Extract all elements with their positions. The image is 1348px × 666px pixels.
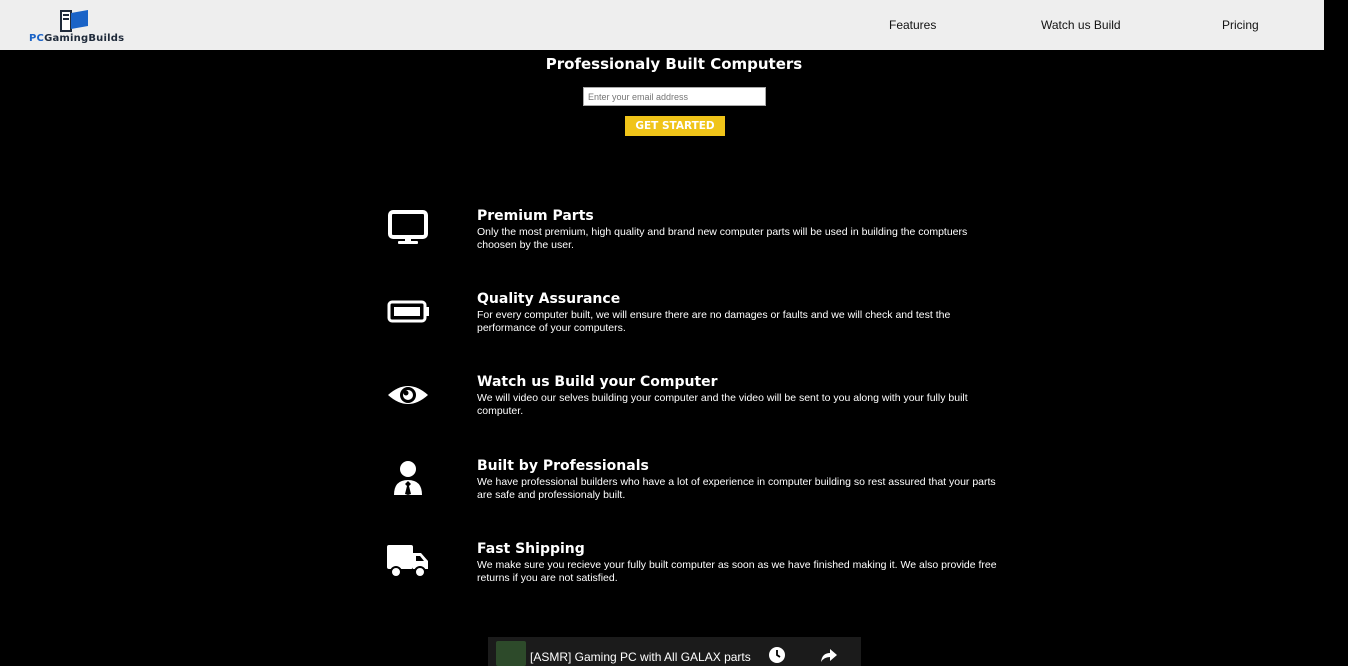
feature-description: We make sure you recieve your fully buil…: [477, 559, 997, 584]
monitor-icon: [380, 208, 436, 248]
nav-link-watch-us-build[interactable]: Watch us Build: [1041, 18, 1121, 32]
site-logo[interactable]: PCGamingBuilds: [29, 7, 129, 45]
feature-quality-assurance: Quality Assurance For every computer bui…: [380, 291, 1000, 351]
video-title[interactable]: [ASMR] Gaming PC with All GALAX parts: [530, 650, 751, 664]
embedded-video[interactable]: [ASMR] Gaming PC with All GALAX parts: [488, 637, 861, 666]
site-header: PCGamingBuilds Features Watch us Build P…: [0, 0, 1324, 50]
channel-avatar[interactable]: [496, 641, 526, 666]
nav-link-pricing[interactable]: Pricing: [1222, 18, 1259, 32]
feature-watch-us-build: Watch us Build your Computer We will vid…: [380, 374, 1000, 434]
battery-icon: [380, 291, 436, 331]
hero-title: Professionaly Built Computers: [545, 55, 803, 73]
logo-text-pc: PC: [29, 33, 45, 44]
feature-description: We have professional builders who have a…: [477, 476, 996, 501]
feature-title: Fast Shipping: [477, 541, 585, 557]
feature-premium-parts: Premium Parts Only the most premium, hig…: [380, 208, 1000, 268]
pc-case-logo-icon: [60, 10, 88, 32]
feature-title: Built by Professionals: [477, 458, 649, 474]
feature-description: For every computer built, we will ensure…: [477, 309, 951, 334]
email-input[interactable]: [583, 87, 766, 106]
feature-description: Only the most premium, high quality and …: [477, 226, 968, 251]
feature-description: We will video our selves building your c…: [477, 392, 968, 417]
share-icon[interactable]: [820, 646, 838, 664]
user-tie-icon: [380, 458, 436, 498]
eye-icon: [380, 374, 436, 414]
feature-built-by-professionals: Built by Professionals We have professio…: [380, 458, 1000, 518]
truck-icon: [380, 541, 436, 581]
feature-title: Premium Parts: [477, 208, 594, 224]
get-started-button[interactable]: GET STARTED: [625, 116, 725, 136]
feature-title: Watch us Build your Computer: [477, 374, 718, 390]
feature-title: Quality Assurance: [477, 291, 621, 307]
logo-wordmark: PCGamingBuilds: [29, 33, 124, 44]
scrollbar-gutter: [1324, 0, 1348, 666]
nav-link-features[interactable]: Features: [889, 18, 936, 32]
watch-later-icon[interactable]: [768, 646, 786, 664]
logo-text-rest: GamingBuilds: [44, 33, 125, 44]
feature-fast-shipping: Fast Shipping We make sure you recieve y…: [380, 541, 1000, 601]
